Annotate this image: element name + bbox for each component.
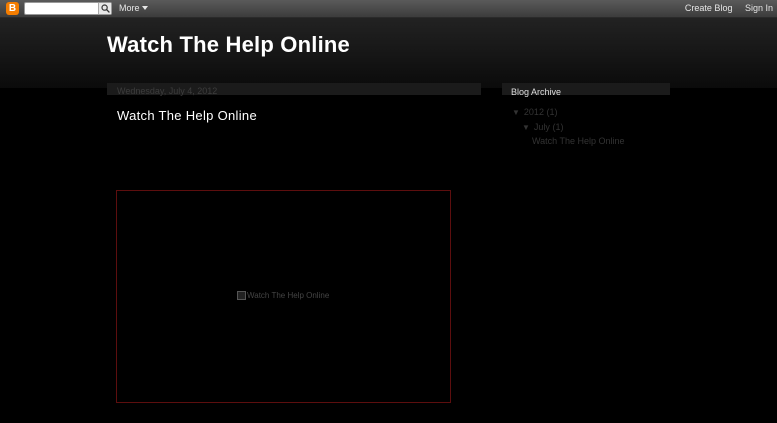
post-date: Wednesday, July 4, 2012 xyxy=(117,86,218,96)
toggle-down-icon[interactable]: ▼ xyxy=(512,108,520,117)
archive-year-label[interactable]: 2012 xyxy=(524,107,544,117)
blogger-navbar: B More Create Blog Sign In xyxy=(0,0,777,18)
archive-year-count: (1) xyxy=(546,107,558,117)
broken-image-icon xyxy=(237,291,246,300)
archive-month-item[interactable]: ▼ July (1) xyxy=(522,122,563,132)
sign-in-link[interactable]: Sign In xyxy=(745,3,773,13)
more-menu-button[interactable]: More xyxy=(119,3,148,13)
blog-title[interactable]: Watch The Help Online xyxy=(107,32,350,58)
blogger-logo-icon[interactable]: B xyxy=(6,2,19,15)
archive-year-item[interactable]: ▼ 2012 (1) xyxy=(512,107,557,117)
navbar-right-links: Create Blog Sign In xyxy=(675,3,773,13)
broken-image-alt: Watch The Help Online xyxy=(247,291,330,300)
archive-post-link[interactable]: Watch The Help Online xyxy=(532,136,625,146)
toggle-down-icon[interactable]: ▼ xyxy=(522,123,530,132)
more-label: More xyxy=(119,3,140,13)
create-blog-link[interactable]: Create Blog xyxy=(685,3,733,13)
search-icon xyxy=(101,4,110,13)
post-title[interactable]: Watch The Help Online xyxy=(117,108,257,123)
archive-month-label[interactable]: July xyxy=(534,122,550,132)
sidebar-title: Blog Archive xyxy=(511,87,562,97)
caret-down-icon xyxy=(141,6,148,10)
archive-month-count: (1) xyxy=(552,122,564,132)
search-button[interactable] xyxy=(98,3,111,14)
broken-image[interactable]: Watch The Help Online xyxy=(237,291,329,300)
